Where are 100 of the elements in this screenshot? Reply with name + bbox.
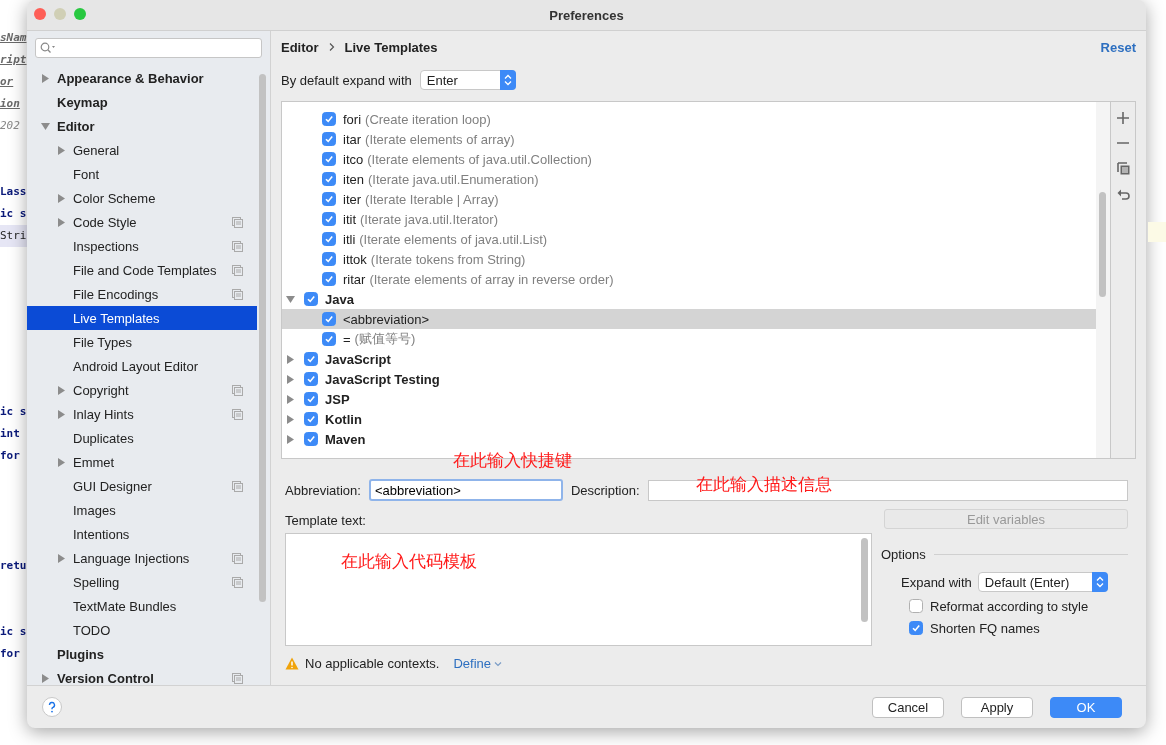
abbreviation-field[interactable]: <abbreviation> <box>368 479 563 501</box>
checkbox[interactable] <box>909 621 923 635</box>
checkbox[interactable] <box>304 292 318 306</box>
expand-arrow-icon[interactable] <box>286 434 295 444</box>
dialog-button[interactable]: Apply <box>961 696 1033 718</box>
checkbox[interactable] <box>322 152 336 166</box>
template-row[interactable]: iter (Iterate Iterable | Array) <box>282 189 1096 209</box>
sidebar-item[interactable]: GUI Designer <box>27 474 257 498</box>
expand-arrow-icon[interactable] <box>57 193 66 203</box>
sidebar-item[interactable]: General <box>27 138 257 162</box>
annotation-text: 在此输入代码模板 <box>341 550 477 573</box>
expand-arrow-icon[interactable] <box>41 73 50 83</box>
template-row[interactable]: iten (Iterate java.util.Enumeration) <box>282 169 1096 189</box>
dialog-button[interactable]: Cancel <box>872 696 944 718</box>
template-row[interactable]: fori (Create iteration loop) <box>282 109 1096 129</box>
checkbox[interactable] <box>322 132 336 146</box>
template-row[interactable]: ittok (Iterate tokens from String) <box>282 249 1096 269</box>
checkbox[interactable] <box>304 352 318 366</box>
template-row[interactable]: <abbreviation> <box>282 309 1096 329</box>
sidebar-item[interactable]: Appearance & Behavior <box>27 66 257 90</box>
zoom-button[interactable] <box>74 8 86 20</box>
undo-icon[interactable] <box>1116 188 1130 201</box>
expand-arrow-icon[interactable] <box>41 121 50 131</box>
sidebar-item[interactable]: Duplicates <box>27 426 257 450</box>
checkbox[interactable] <box>322 192 336 206</box>
template-row[interactable]: JavaScript <box>282 349 1096 369</box>
copy-icon[interactable] <box>1116 162 1130 175</box>
scrollbar[interactable] <box>1099 192 1106 297</box>
sidebar-item[interactable]: File and Code Templates <box>27 258 257 282</box>
help-button[interactable] <box>42 697 62 717</box>
expand-arrow-icon[interactable] <box>286 394 295 404</box>
code-line: for <box>0 646 21 662</box>
template-row[interactable]: JSP <box>282 389 1096 409</box>
checkbox[interactable] <box>304 432 318 446</box>
expand-arrow-icon[interactable] <box>57 457 66 467</box>
template-row[interactable]: itco (Iterate elements of java.util.Collection) <box>282 149 1096 169</box>
sidebar-item[interactable]: Copyright <box>27 378 257 402</box>
template-row[interactable]: Java <box>282 289 1096 309</box>
sidebar-item[interactable]: Editor <box>27 114 257 138</box>
code-line: retu <box>0 558 27 574</box>
template-text-field[interactable] <box>285 533 872 646</box>
expand-arrow-icon[interactable] <box>286 354 295 364</box>
sidebar-item[interactable]: Inspections <box>27 234 257 258</box>
checkbox[interactable] <box>322 252 336 266</box>
sidebar-item[interactable]: Language Injections <box>27 546 257 570</box>
sidebar-item[interactable]: File Encodings <box>27 282 257 306</box>
expand-arrow-icon[interactable] <box>57 553 66 563</box>
sidebar-item[interactable]: Android Layout Editor <box>27 354 257 378</box>
sidebar-item[interactable]: Code Style <box>27 210 257 234</box>
expand-arrow-icon[interactable] <box>286 294 295 304</box>
template-row[interactable]: = (赋值等号) <box>282 329 1096 349</box>
checkbox[interactable] <box>304 412 318 426</box>
search-field[interactable] <box>35 38 262 58</box>
sidebar-item[interactable]: Inlay Hints <box>27 402 257 426</box>
checkbox[interactable] <box>304 372 318 386</box>
sidebar-item[interactable]: Color Scheme <box>27 186 257 210</box>
sidebar-item[interactable]: Live Templates <box>27 306 257 330</box>
template-row[interactable]: itar (Iterate elements of array) <box>282 129 1096 149</box>
checkbox[interactable] <box>322 272 336 286</box>
sidebar-item[interactable]: Plugins <box>27 642 257 666</box>
checkbox[interactable] <box>909 599 923 613</box>
template-row[interactable]: Kotlin <box>282 409 1096 429</box>
expand-arrow-icon[interactable] <box>57 385 66 395</box>
template-row[interactable]: Maven <box>282 429 1096 449</box>
annotation-text: 在此输入快捷键 <box>453 449 572 472</box>
checkbox[interactable] <box>322 332 336 346</box>
sidebar-item[interactable]: Images <box>27 498 257 522</box>
define-link[interactable]: Define <box>453 656 502 671</box>
sidebar-item[interactable]: Intentions <box>27 522 257 546</box>
reset-link[interactable]: Reset <box>1100 39 1136 55</box>
checkbox[interactable] <box>322 232 336 246</box>
sidebar-item[interactable]: TextMate Bundles <box>27 594 257 618</box>
code-line: for <box>0 448 21 464</box>
sidebar-item[interactable]: Version Control <box>27 666 257 690</box>
checkbox[interactable] <box>304 392 318 406</box>
expand-arrow-icon[interactable] <box>286 414 295 424</box>
sidebar-item[interactable]: Spelling <box>27 570 257 594</box>
add-icon[interactable] <box>1117 112 1129 124</box>
sidebar-item[interactable]: Keymap <box>27 90 257 114</box>
close-button[interactable] <box>34 8 46 20</box>
expand-arrow-icon[interactable] <box>286 374 295 384</box>
expand-arrow-icon[interactable] <box>57 409 66 419</box>
expand-arrow-icon[interactable] <box>41 673 50 683</box>
expand-with-dropdown[interactable]: Default (Enter) <box>977 572 1108 592</box>
template-row[interactable]: itit (Iterate java.util.Iterator) <box>282 209 1096 229</box>
checkbox[interactable] <box>322 172 336 186</box>
sidebar-item[interactable]: TODO <box>27 618 257 642</box>
checkbox[interactable] <box>322 212 336 226</box>
expand-arrow-icon[interactable] <box>57 217 66 227</box>
template-row[interactable]: itli (Iterate elements of java.util.List) <box>282 229 1096 249</box>
sidebar-item[interactable]: Emmet <box>27 450 257 474</box>
template-row[interactable]: ritar (Iterate elements of array in reverse order) <box>282 269 1096 289</box>
checkbox[interactable] <box>322 112 336 126</box>
expand-arrow-icon[interactable] <box>57 145 66 155</box>
expand-dropdown[interactable]: Enter <box>419 70 516 90</box>
template-row[interactable]: JavaScript Testing <box>282 369 1096 389</box>
checkbox[interactable] <box>322 312 336 326</box>
sidebar-item[interactable]: File Types <box>27 330 257 354</box>
scrollbar[interactable] <box>259 74 266 602</box>
sidebar-item[interactable]: Font <box>27 162 257 186</box>
